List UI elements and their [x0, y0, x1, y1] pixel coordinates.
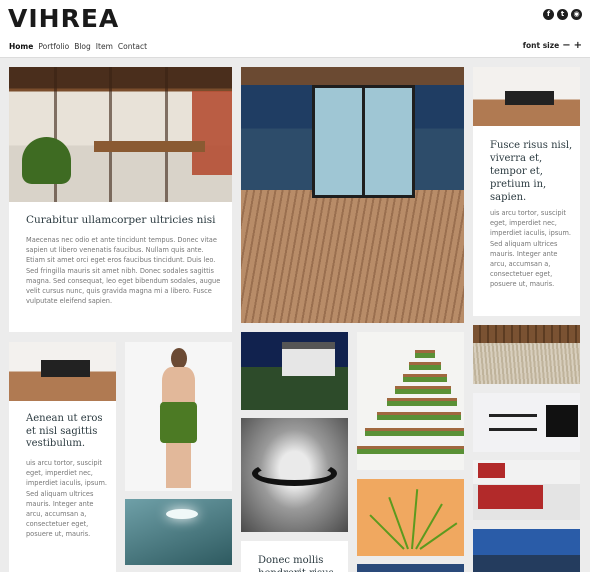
post-image-dining-room[interactable]	[473, 67, 580, 126]
post-image-ceiling-light[interactable]	[125, 499, 232, 565]
post-image-lamp[interactable]	[241, 418, 348, 532]
site-header: VIHREA f t ◉ Home Portfolio Blog Item Co…	[0, 0, 590, 58]
post-image-shag-rug[interactable]	[473, 325, 580, 384]
post-card-1: Curabitur ullamcorper ultricies nisi Mae…	[9, 202, 232, 332]
nav-item-item[interactable]: Item	[96, 42, 113, 51]
post-image-house-night[interactable]	[241, 332, 348, 410]
post-title-1[interactable]: Curabitur ullamcorper ultricies nisi	[26, 214, 221, 227]
nav-item-blog[interactable]: Blog	[74, 42, 91, 51]
font-size-control: font size − +	[522, 40, 582, 50]
nav-item-home[interactable]: Home	[9, 42, 33, 51]
post-card-2: Fusce risus nisl, viverra et, tempor et,…	[473, 126, 580, 316]
facebook-icon[interactable]: f	[543, 9, 554, 20]
post-image-grass-plant[interactable]	[357, 479, 464, 556]
social-links: f t ◉	[543, 9, 582, 20]
font-increase-button[interactable]: +	[574, 40, 582, 50]
post-excerpt-1: Maecenas nec odio et ante tincidunt temp…	[26, 236, 221, 306]
post-title-3[interactable]: Aenean ut eros et nisl sagittis vestibul…	[26, 413, 112, 451]
post-image-shelves[interactable]	[473, 393, 580, 452]
post-image-partial[interactable]	[357, 564, 464, 572]
site-logo[interactable]: VIHREA	[8, 4, 119, 33]
twitter-icon[interactable]: t	[557, 9, 568, 20]
post-title-4[interactable]: Donec mollis hendrerit risus	[258, 555, 344, 572]
post-card-3: Aenean ut eros et nisl sagittis vestibul…	[9, 401, 116, 572]
post-title-2[interactable]: Fusce risus nisl, viverra et, tempor et,…	[490, 139, 578, 204]
post-excerpt-3: uis arcu tortor, suscipit eget, imperdie…	[26, 459, 107, 539]
post-excerpt-2: uis arcu tortor, suscipit eget, imperdie…	[490, 209, 571, 289]
post-image-dining[interactable]	[9, 342, 116, 401]
main-nav: Home Portfolio Blog Item Contact	[9, 42, 147, 51]
post-image-red-kitchen[interactable]	[473, 460, 580, 520]
post-image-model-grass-outfit[interactable]	[125, 342, 232, 491]
post-card-4: Donec mollis hendrerit risus	[241, 541, 348, 572]
nav-item-contact[interactable]: Contact	[118, 42, 147, 51]
post-image-green-stairs[interactable]	[357, 332, 464, 470]
post-image-wooden-deck[interactable]	[241, 67, 464, 323]
font-decrease-button[interactable]: −	[562, 40, 570, 50]
rss-icon[interactable]: ◉	[571, 9, 582, 20]
font-size-label: font size	[522, 41, 560, 50]
nav-item-portfolio[interactable]: Portfolio	[38, 42, 69, 51]
post-image-blue-room[interactable]	[473, 529, 580, 572]
post-image-interior-office[interactable]	[9, 67, 232, 202]
